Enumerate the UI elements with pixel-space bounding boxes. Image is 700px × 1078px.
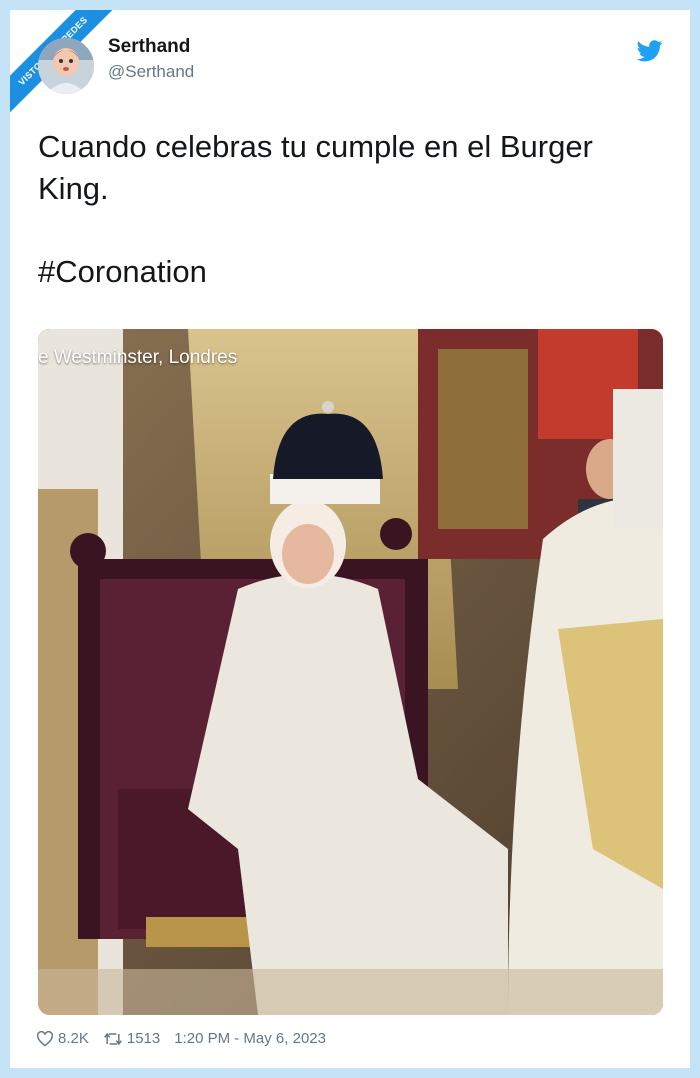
tweet-timestamp[interactable]: 1:20 PM - May 6, 2023 [174, 1030, 326, 1047]
twitter-bird-icon [637, 40, 663, 62]
user-handle[interactable]: @Serthand [108, 62, 194, 82]
photo-location-caption: e Westminster, Londres [38, 347, 238, 368]
heart-icon [36, 1030, 54, 1046]
retweets-stat[interactable]: 1513 [103, 1030, 160, 1047]
retweet-icon [103, 1032, 122, 1045]
tweet-hashtag[interactable]: #Coronation [38, 254, 207, 290]
retweets-count: 1513 [126, 1030, 161, 1047]
tweet-text: Cuando celebras tu cumple en el Burger K… [38, 129, 593, 206]
likes-stat[interactable]: 8.2K [36, 1030, 89, 1047]
coronation-photo-illustration [38, 329, 663, 1015]
avatar[interactable] [38, 38, 94, 94]
likes-count: 8.2K [58, 1030, 89, 1047]
tweet-photo[interactable]: e Westminster, Londres [38, 329, 663, 1015]
user-display-name[interactable]: Serthand [108, 36, 190, 58]
tweet-footer: 8.2K 1513 1:20 PM - May 6, 2023 [36, 1030, 326, 1047]
